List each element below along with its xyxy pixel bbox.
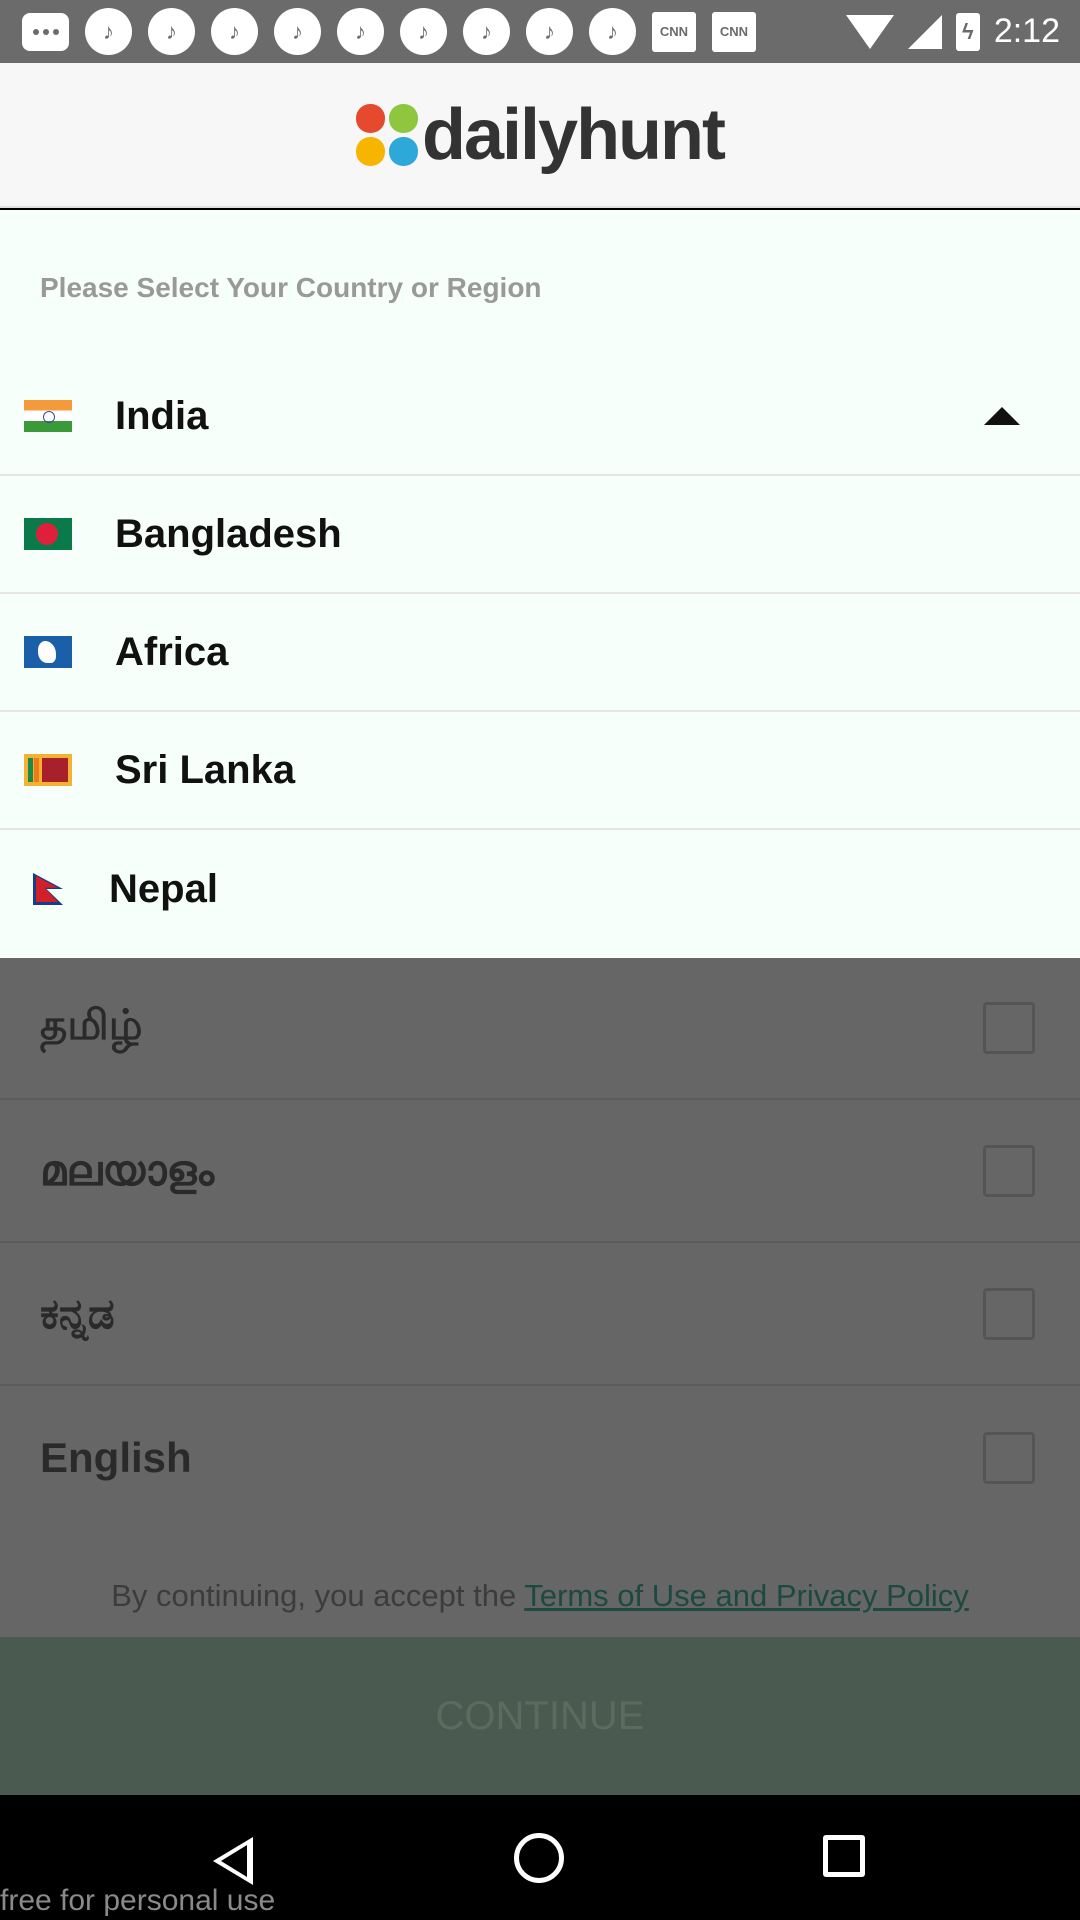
continue-button[interactable]: CONTINUE — [0, 1637, 1080, 1795]
country-option-sri-lanka[interactable]: Sri Lanka — [0, 712, 1080, 830]
region-selector: Please Select Your Country or Region Ind… — [0, 210, 1080, 960]
sri-lanka-flag-icon — [24, 754, 72, 786]
language-checkbox[interactable] — [983, 1432, 1035, 1484]
country-label: India — [115, 393, 209, 438]
signal-icon — [907, 14, 942, 49]
country-option-bangladesh[interactable]: Bangladesh — [0, 476, 1080, 594]
music-app-icon: ♪ — [463, 8, 510, 55]
language-option-english[interactable]: English — [0, 1387, 1080, 1529]
logo-text: dailyhunt — [422, 94, 726, 175]
dailyhunt-logo-icon — [356, 103, 418, 166]
language-checkbox[interactable] — [983, 1288, 1035, 1340]
app-header: dailyhunt — [0, 63, 1080, 208]
country-label: Sri Lanka — [115, 747, 296, 792]
region-title: Please Select Your Country or Region — [40, 272, 542, 303]
music-app-icon: ♪ — [526, 8, 573, 55]
message-icon — [22, 12, 69, 51]
country-option-africa[interactable]: Africa — [0, 594, 1080, 712]
country-option-nepal[interactable]: Nepal — [0, 830, 1080, 948]
dimmed-overlay[interactable]: தமிழ் മലയാളം ಕನ್ನಡ English By continuing… — [0, 958, 1080, 1795]
home-icon[interactable] — [514, 1833, 564, 1883]
country-label: Bangladesh — [115, 511, 342, 556]
india-flag-icon — [24, 400, 72, 432]
language-label: English — [40, 1434, 192, 1481]
continue-label: CONTINUE — [435, 1693, 645, 1738]
watermark: free for personal use — [0, 1884, 276, 1917]
language-label: தமிழ் — [40, 1001, 143, 1048]
terms-notice: By continuing, you accept the Terms of U… — [0, 1578, 1080, 1614]
status-bar: ♪ ♪ ♪ ♪ ♪ ♪ ♪ ♪ ♪ CNN CNN ϟ 2:12 — [0, 0, 1080, 63]
country-label: Nepal — [109, 866, 218, 911]
music-app-icon: ♪ — [589, 8, 636, 55]
notification-icons: ♪ ♪ ♪ ♪ ♪ ♪ ♪ ♪ ♪ CNN CNN — [22, 8, 756, 55]
language-checkbox[interactable] — [983, 1145, 1035, 1197]
cnn-icon: CNN — [712, 11, 756, 52]
language-checkbox[interactable] — [983, 1002, 1035, 1054]
language-option-malayalam[interactable]: മലയാളം — [0, 1101, 1080, 1243]
music-app-icon: ♪ — [400, 8, 447, 55]
terms-prefix: By continuing, you accept the — [111, 1578, 525, 1613]
bangladesh-flag-icon — [24, 518, 72, 550]
africa-flag-icon — [24, 636, 72, 668]
language-label: ಕನ್ನಡ — [40, 1289, 115, 1337]
cnn-icon: CNN — [652, 11, 696, 52]
country-option-india[interactable]: India — [0, 358, 1080, 476]
caret-up-icon[interactable] — [984, 407, 1020, 425]
music-app-icon: ♪ — [274, 8, 321, 55]
recent-apps-icon[interactable] — [823, 1835, 865, 1877]
music-app-icon: ♪ — [148, 8, 195, 55]
language-label: മലയാളം — [40, 1146, 215, 1194]
status-time: 2:12 — [993, 12, 1060, 50]
dailyhunt-logo: dailyhunt — [356, 94, 726, 176]
music-app-icon: ♪ — [337, 8, 384, 55]
music-app-icon: ♪ — [211, 8, 258, 55]
wifi-icon — [845, 14, 894, 49]
language-option-kannada[interactable]: ಕನ್ನಡ — [0, 1244, 1080, 1386]
country-label: Africa — [115, 629, 229, 674]
battery-charging-icon: ϟ — [955, 12, 980, 51]
nepal-flag-icon — [33, 873, 63, 905]
language-option-tamil[interactable]: தமிழ் — [0, 958, 1080, 1100]
back-icon[interactable] — [213, 1837, 253, 1885]
music-app-icon: ♪ — [85, 8, 132, 55]
country-list: India Bangladesh Africa Sri Lanka Nepal — [0, 358, 1080, 948]
terms-link[interactable]: Terms of Use and Privacy Policy — [524, 1578, 968, 1613]
